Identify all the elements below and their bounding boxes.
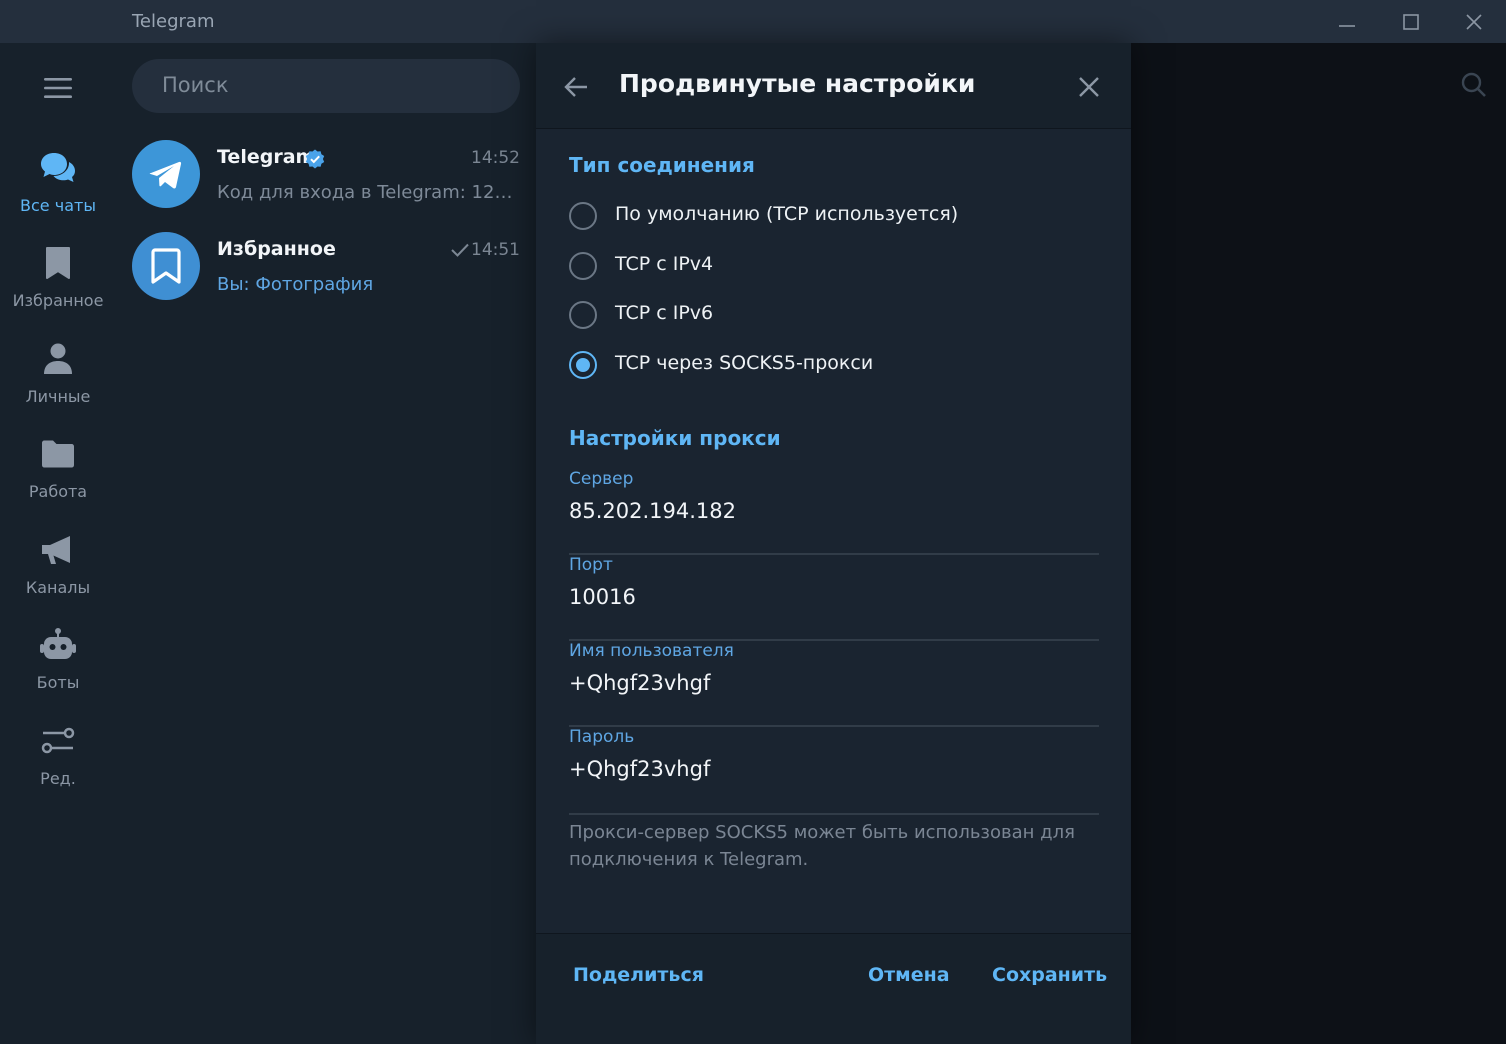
folder-personal[interactable]: Личные	[0, 339, 116, 431]
minimize-button[interactable]	[1316, 0, 1378, 43]
dialog-close-button[interactable]	[1073, 71, 1105, 103]
arrow-left-icon	[564, 77, 587, 97]
chat-item-saved[interactable]: Избранное 14:51 Вы: Фотография	[116, 226, 536, 318]
cancel-button[interactable]: Отмена	[868, 964, 950, 986]
folder-channels[interactable]: Каналы	[0, 530, 116, 622]
radio-button[interactable]	[569, 202, 597, 230]
radio-button[interactable]	[569, 252, 597, 280]
person-icon	[38, 339, 78, 379]
advanced-settings-dialog: Продвинутые настройки Тип соединения По …	[536, 43, 1131, 1044]
minimize-icon	[1339, 24, 1355, 27]
folder-label: Ред.	[40, 769, 76, 788]
chat-time: 14:51	[471, 240, 520, 260]
field-label: Пароль	[569, 727, 635, 747]
radio-button[interactable]	[569, 301, 597, 329]
hamburger-icon	[44, 78, 72, 98]
window-title: Telegram	[132, 11, 215, 32]
folder-edit[interactable]: Ред.	[0, 721, 116, 813]
edit-folders-icon	[38, 721, 78, 761]
field-label: Имя пользователя	[569, 641, 734, 661]
maximize-icon	[1403, 13, 1419, 30]
chat-search-button[interactable]	[1460, 71, 1488, 103]
bookmark-icon	[38, 243, 78, 283]
chats-icon	[38, 148, 78, 188]
server-field[interactable]: Сервер 85.202.194.182	[569, 469, 1099, 555]
field-label: Сервер	[569, 469, 634, 489]
verified-badge-icon	[305, 149, 325, 169]
username-field[interactable]: Имя пользователя +Qhgf23vhgf	[569, 641, 1099, 727]
proxy-hint-text: Прокси-сервер SOCKS5 может быть использо…	[569, 822, 1075, 870]
folder-bots[interactable]: Боты	[0, 625, 116, 717]
folder-label: Избранное	[12, 291, 104, 310]
chat-time: 14:52	[471, 148, 520, 168]
radio-label: TCP с IPv6	[615, 302, 714, 324]
dialog-header: Продвинутые настройки	[536, 43, 1131, 129]
megaphone-icon	[38, 530, 78, 570]
folder-label: Каналы	[25, 578, 91, 597]
search-input[interactable]: Поиск	[132, 59, 520, 113]
telegram-logo-icon	[149, 161, 182, 189]
radio-tcp-ipv4[interactable]: TCP с IPv4	[569, 249, 1109, 289]
back-button[interactable]	[560, 71, 592, 103]
share-button[interactable]: Поделиться	[573, 964, 704, 986]
bookmark-icon	[151, 248, 181, 284]
close-icon	[1466, 13, 1482, 30]
avatar	[132, 140, 200, 208]
radio-label: TCP с IPv4	[615, 253, 714, 275]
folder-label: Работа	[28, 482, 88, 501]
port-field[interactable]: Порт 10016	[569, 555, 1099, 641]
read-check-icon	[451, 243, 469, 257]
radio-tcp-ipv6[interactable]: TCP с IPv6	[569, 298, 1109, 338]
chat-item-telegram[interactable]: Telegram 14:52 Код для входа в Telegram:…	[116, 134, 536, 226]
close-icon	[1079, 77, 1099, 97]
main-menu-button[interactable]	[38, 73, 78, 103]
field-value[interactable]: +Qhgf23vhgf	[569, 757, 710, 781]
maximize-button[interactable]	[1380, 0, 1442, 43]
radio-label: TCP через SOCKS5-прокси	[615, 352, 874, 374]
save-button[interactable]: Сохранить	[992, 964, 1107, 986]
chat-name: Избранное	[217, 238, 336, 260]
radio-socks5-proxy[interactable]: TCP через SOCKS5-прокси	[569, 348, 1109, 388]
radio-label: По умолчанию (TCP используется)	[615, 203, 959, 225]
title-bar: Telegram	[0, 0, 1506, 43]
search-placeholder: Поиск	[162, 73, 229, 97]
field-value[interactable]: 10016	[569, 585, 636, 609]
folder-icon	[38, 434, 78, 474]
search-icon	[1461, 72, 1486, 97]
field-value[interactable]: 85.202.194.182	[569, 499, 736, 523]
dialog-body: Тип соединения По умолчанию (TCP использ…	[536, 129, 1131, 933]
folder-all-chats[interactable]: Все чаты	[0, 148, 116, 240]
avatar	[132, 232, 200, 300]
folder-label: Все чаты	[20, 196, 96, 215]
folder-favorites[interactable]: Избранное	[0, 243, 116, 335]
proxy-settings-heading: Настройки прокси	[569, 426, 781, 450]
dialog-footer: Поделиться Отмена Сохранить	[536, 933, 1131, 1044]
chat-preview: Вы: Фотография	[217, 274, 374, 295]
field-value[interactable]: +Qhgf23vhgf	[569, 671, 710, 695]
folder-work[interactable]: Работа	[0, 434, 116, 526]
connection-type-heading: Тип соединения	[569, 153, 755, 177]
folder-label: Личные	[25, 387, 91, 406]
radio-button-selected[interactable]	[569, 351, 597, 379]
field-label: Порт	[569, 555, 613, 575]
chat-list-panel: Поиск Telegram 14:52 Код для входа в Tel…	[116, 43, 536, 1044]
window-close-button[interactable]	[1443, 0, 1505, 43]
folder-sidebar: Все чаты Избранное Личные Работа Каналы …	[0, 43, 116, 1044]
dialog-title: Продвинутые настройки	[619, 69, 976, 98]
folder-label: Боты	[36, 673, 80, 692]
password-field[interactable]: Пароль +Qhgf23vhgf	[569, 727, 1099, 815]
bot-icon	[38, 625, 78, 665]
chat-preview: Код для входа в Telegram: 12345...	[217, 182, 521, 203]
chat-name: Telegram	[217, 146, 316, 168]
radio-default-tcp[interactable]: По умолчанию (TCP используется)	[569, 199, 1109, 239]
